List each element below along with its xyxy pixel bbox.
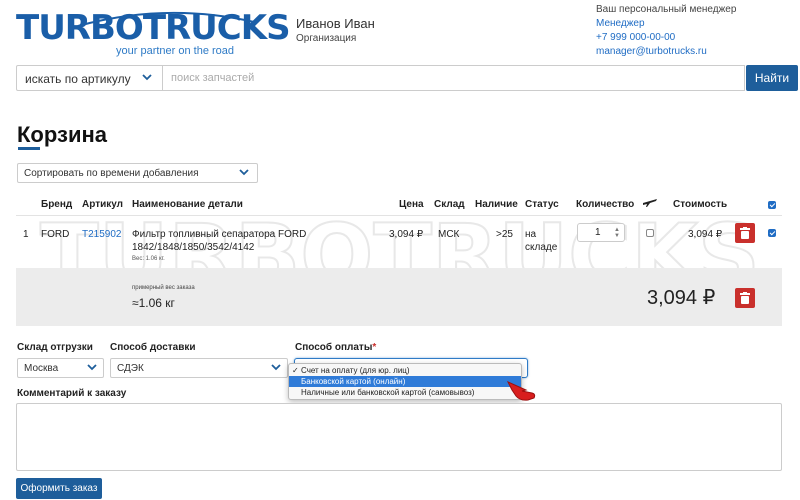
row-status-line1: на bbox=[525, 229, 537, 240]
payment-option-card-online[interactable]: Банковской картой (онлайн) bbox=[289, 376, 521, 387]
delivery-select-value: СДЭК bbox=[117, 363, 144, 374]
brand-logo[interactable]: TURBOTRUCKS your partner on the road bbox=[16, 8, 291, 57]
chevron-down-icon bbox=[142, 74, 152, 81]
hand-pointer-icon bbox=[506, 380, 536, 401]
trash-icon bbox=[740, 227, 750, 239]
payment-option-label: Наличные или банковской картой (самовыво… bbox=[301, 388, 475, 397]
row-price: 3,094 ₽ bbox=[389, 229, 424, 240]
summary-total: 3,094 ₽ bbox=[647, 287, 716, 309]
airplane-icon bbox=[643, 199, 657, 207]
quantity-stepper[interactable]: 1 ▲ ▼ bbox=[577, 223, 625, 242]
chevron-down-icon bbox=[271, 364, 281, 371]
manager-block: Ваш персональный менеджер Менеджер +7 99… bbox=[596, 3, 736, 59]
delivery-select[interactable]: СДЭК bbox=[110, 358, 288, 378]
search-button[interactable]: Найти bbox=[746, 65, 798, 91]
sort-select[interactable]: Сортировать по времени добавления bbox=[17, 163, 258, 183]
required-marker: * bbox=[372, 342, 377, 353]
table-divider bbox=[16, 215, 782, 216]
comment-textarea[interactable] bbox=[16, 403, 782, 471]
logo-tagline: your partner on the road bbox=[116, 45, 235, 57]
payment-option-label: Счет на оплату (для юр. лиц) bbox=[301, 366, 410, 375]
col-price: Цена bbox=[399, 199, 424, 210]
comment-label: Комментарий к заказу bbox=[17, 388, 127, 399]
payment-label-text: Способ оплаты bbox=[295, 342, 373, 353]
row-warehouse: МСК bbox=[438, 229, 460, 240]
warehouse-select-value: Москва bbox=[24, 363, 59, 374]
search-mode-select[interactable]: искать по артикулу bbox=[16, 65, 163, 91]
row-brand: FORD bbox=[41, 229, 70, 240]
row-article-link[interactable]: T215902 bbox=[82, 229, 121, 240]
manager-email-link[interactable]: manager@turbotrucks.ru bbox=[596, 45, 736, 59]
summary-weight: ≈1.06 кг bbox=[132, 296, 175, 310]
col-cost: Стоимость bbox=[673, 199, 728, 210]
clear-cart-button[interactable] bbox=[735, 288, 755, 308]
payment-option-label: Банковской картой (онлайн) bbox=[301, 377, 406, 386]
select-all-checkbox[interactable] bbox=[768, 201, 776, 209]
trash-icon bbox=[740, 292, 750, 304]
manager-role-link[interactable]: Менеджер bbox=[596, 17, 736, 31]
row-air-checkbox[interactable] bbox=[646, 229, 654, 237]
manager-phone-link[interactable]: +7 999 000-00-00 bbox=[596, 31, 736, 45]
row-cost: 3,094 ₽ bbox=[688, 229, 723, 240]
submit-order-button[interactable]: Оформить заказ bbox=[16, 478, 102, 499]
row-select-checkbox[interactable] bbox=[768, 229, 776, 237]
payment-option-invoice[interactable]: ✓ Счет на оплату (для юр. лиц) bbox=[289, 365, 521, 376]
col-status: Статус bbox=[525, 199, 559, 210]
sort-select-value: Сортировать по времени добавления bbox=[24, 168, 199, 179]
col-article: Артикул bbox=[82, 199, 124, 210]
col-name: Наименование детали bbox=[132, 199, 243, 210]
search-mode-value: искать по артикулу bbox=[25, 72, 131, 86]
manager-caption: Ваш персональный менеджер bbox=[596, 4, 737, 15]
row-status-line2: складе bbox=[525, 242, 558, 253]
logo-swoosh-icon bbox=[77, 11, 255, 27]
row-name-line1: Фильтр топливный сепаратора FORD bbox=[132, 229, 307, 240]
col-brand: Бренд bbox=[41, 199, 73, 210]
search-bar: искать по артикулу Найти bbox=[16, 65, 798, 91]
page-title: Корзина bbox=[17, 122, 107, 147]
quantity-value: 1 bbox=[595, 227, 601, 238]
col-availability: Наличие bbox=[475, 199, 518, 210]
row-name-line2: 1842/1848/1850/3542/4142 bbox=[132, 242, 255, 253]
user-organization: Организация bbox=[296, 33, 357, 44]
payment-option-cash-pickup[interactable]: Наличные или банковской картой (самовыво… bbox=[289, 387, 521, 398]
payment-label: Способ оплаты* bbox=[295, 342, 376, 353]
col-quantity: Количество bbox=[576, 199, 635, 210]
search-input[interactable] bbox=[163, 65, 745, 91]
row-delete-button[interactable] bbox=[735, 223, 755, 243]
warehouse-label: Склад отгрузки bbox=[17, 342, 93, 353]
row-availability: >25 bbox=[496, 229, 513, 240]
delivery-label: Способ доставки bbox=[110, 342, 196, 353]
user-name[interactable]: Иванов Иван bbox=[296, 16, 375, 31]
row-weight: Вес: 1.06 кг. bbox=[132, 256, 165, 262]
stepper-arrows-icon[interactable]: ▲ ▼ bbox=[614, 227, 620, 239]
col-warehouse: Склад bbox=[434, 199, 465, 210]
chevron-down-icon bbox=[239, 169, 249, 176]
checkmark-icon: ✓ bbox=[292, 366, 299, 375]
warehouse-select[interactable]: Москва bbox=[17, 358, 104, 378]
row-number: 1 bbox=[23, 229, 29, 240]
payment-dropdown: ✓ Счет на оплату (для юр. лиц) Банковско… bbox=[288, 363, 522, 400]
title-underline bbox=[18, 147, 40, 150]
summary-weight-caption: примерный вес заказа bbox=[132, 285, 195, 291]
chevron-down-icon bbox=[87, 364, 97, 371]
